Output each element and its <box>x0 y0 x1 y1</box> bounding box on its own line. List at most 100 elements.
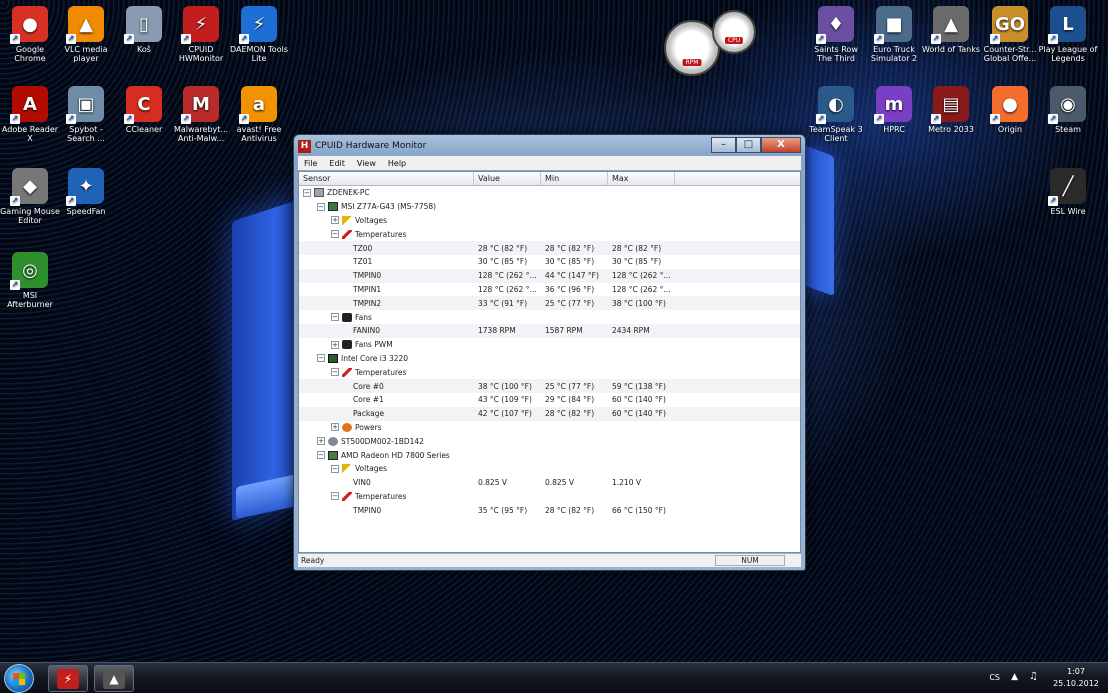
desktop-icon[interactable]: ▣Spybot - Search ... <box>56 86 116 143</box>
desktop-icon[interactable]: ✦SpeedFan <box>56 168 116 216</box>
tree-row[interactable]: Core #0 38 °C (100 °F) 25 °C (77 °F) 59 °C … <box>299 379 800 393</box>
expand-toggle[interactable]: − <box>331 230 339 239</box>
column-max[interactable]: Max <box>608 172 675 185</box>
tree-row[interactable]: TMPIN0 128 °C (262 °... 44 °C (147 °F) 128 … <box>299 268 800 283</box>
desktop-icon-label: MSI Afterburner <box>7 291 53 309</box>
expand-toggle[interactable]: + <box>317 437 325 446</box>
column-value[interactable]: Value <box>474 172 541 185</box>
tree-row[interactable]: TMPIN0 35 °C (95 °F) 28 °C (82 °F) 66 °C (1… <box>299 503 800 517</box>
sensor-name: Fans PWM <box>355 340 393 350</box>
close-button[interactable]: X <box>761 137 801 153</box>
sensor-tree[interactable]: Sensor Value Min Max − ZDENEK-PC − MSI Z77A… <box>298 171 801 553</box>
hwmonitor-window[interactable]: H CPUID Hardware Monitor – □ X File Edit… <box>293 134 806 571</box>
title-bar[interactable]: H CPUID Hardware Monitor – □ X <box>298 137 801 155</box>
expand-toggle[interactable]: + <box>331 340 339 349</box>
menu-help[interactable]: Help <box>382 159 412 168</box>
tree-row[interactable]: TMPIN2 33 °C (91 °F) 25 °C (77 °F) 38 °C (1… <box>299 296 800 311</box>
num-lock-indicator: NUM <box>715 555 785 566</box>
expand-toggle[interactable]: + <box>331 216 339 225</box>
tree-row[interactable]: Package 42 °C (107 °F) 28 °C (82 °F) 60 °C … <box>299 406 800 421</box>
desktop-icon[interactable]: ♦Saints Row The Third <box>806 6 866 63</box>
desktop-icon[interactable]: LPlay League of Legends <box>1038 6 1098 63</box>
tree-row[interactable]: − Fans <box>299 310 800 324</box>
desktop-icon[interactable]: ●Origin <box>980 86 1040 134</box>
tree-row[interactable]: − Intel Core i3 3220 <box>299 352 800 366</box>
hdd-icon <box>328 436 338 446</box>
desktop-icon[interactable]: aavast! Free Antivirus <box>229 86 289 143</box>
desktop-icon[interactable]: ◆Gaming Mouse Editor <box>0 168 60 225</box>
tree-row[interactable]: TZ00 28 °C (82 °F) 28 °C (82 °F) 28 °C (82 … <box>299 241 800 255</box>
expand-toggle[interactable]: − <box>331 368 339 377</box>
tree-row[interactable]: + ST500DM002-1BD142 <box>299 434 800 448</box>
app-icon: ▤ <box>931 86 969 124</box>
desktop-icon[interactable]: mHPRC <box>864 86 924 134</box>
tree-row[interactable]: − Temperatures <box>299 490 800 504</box>
gauge-gadget[interactable]: CPU <box>712 10 756 54</box>
tree-row[interactable]: + Fans PWM <box>299 338 800 352</box>
expand-toggle[interactable]: − <box>331 492 339 501</box>
sensor-name: MSI Z77A-G43 (MS-7758) <box>341 202 437 212</box>
tree-row[interactable]: VIN0 0.825 V 0.825 V 1.210 V <box>299 476 800 490</box>
desktop-icon[interactable]: AAdobe Reader X <box>0 86 60 143</box>
desktop-icon[interactable]: GOCounter-Str... Global Offe... <box>980 6 1040 63</box>
tree-row[interactable]: − MSI Z77A-G43 (MS-7758) <box>299 200 800 214</box>
desktop-icon[interactable]: ▲VLC media player <box>56 6 116 63</box>
desktop-icon[interactable]: CCCleaner <box>114 86 174 134</box>
sensor-name: Temperatures <box>355 367 407 377</box>
expand-toggle[interactable]: − <box>317 451 325 460</box>
desktop-icon[interactable]: ●Google Chrome <box>0 6 60 63</box>
taskbar-hwmonitor[interactable]: ⚡ <box>48 665 88 692</box>
taskbar-world-of-tanks[interactable]: ▲ <box>94 665 134 692</box>
column-sensor[interactable]: Sensor <box>299 172 474 185</box>
desktop-icon[interactable]: ◎MSI Afterburner <box>0 252 60 309</box>
language-indicator[interactable]: CS <box>989 673 1000 682</box>
tree-row[interactable]: TMPIN1 128 °C (262 °... 36 °C (96 °F) 128 °… <box>299 283 800 297</box>
minimize-button[interactable]: – <box>711 137 736 153</box>
show-hidden-icons[interactable]: ▲ <box>1011 672 1018 682</box>
expand-toggle[interactable]: − <box>303 188 311 197</box>
tree-row[interactable]: + Powers <box>299 421 800 435</box>
desktop-icon[interactable]: ▲World of Tanks <box>921 6 981 54</box>
tree-row[interactable]: Core #1 43 °C (109 °F) 29 °C (84 °F) 60 °C … <box>299 393 800 407</box>
expand-toggle[interactable]: + <box>331 423 339 432</box>
desktop-icon[interactable]: ▤Metro 2033 <box>921 86 981 134</box>
tree-row[interactable]: − ZDENEK-PC <box>299 186 800 200</box>
desktop-icon[interactable]: ■Euro Truck Simulator 2 <box>864 6 924 63</box>
tree-row[interactable]: − Temperatures <box>299 227 800 241</box>
desktop-icon[interactable]: ⚡DAEMON Tools Lite <box>229 6 289 63</box>
column-header: Sensor Value Min Max <box>299 172 800 186</box>
app-icon: ● <box>10 6 48 44</box>
menu-file[interactable]: File <box>298 159 323 168</box>
sensor-name: Voltages <box>355 464 388 474</box>
column-min[interactable]: Min <box>541 172 608 185</box>
temp-icon <box>342 491 352 501</box>
menu-edit[interactable]: Edit <box>323 159 351 168</box>
desktop-icon-label: CPUID HWMonitor <box>178 45 224 63</box>
sensor-value: 128 °C (262 °... <box>478 271 537 281</box>
maximize-button[interactable]: □ <box>736 137 761 153</box>
app-icon: ■ <box>874 6 912 44</box>
desktop-icon-label: Counter-Str... Global Offe... <box>983 45 1037 63</box>
expand-toggle[interactable]: − <box>317 202 325 211</box>
desktop-icon[interactable]: ⚡CPUID HWMonitor <box>171 6 231 63</box>
clock[interactable]: 1:07 25.10.2012 <box>1048 666 1104 690</box>
desktop-icon[interactable]: ◐TeamSpeak 3 Client <box>806 86 866 143</box>
tree-row[interactable]: FANIN0 1738 RPM 1587 RPM 2434 RPM <box>299 323 800 338</box>
desktop-icon[interactable]: ▯Koš <box>114 6 174 54</box>
desktop-icon[interactable]: MMalwarebyt... Anti-Malw... <box>171 86 231 143</box>
tree-row[interactable]: − Voltages <box>299 462 800 476</box>
tree-row[interactable]: − Temperatures <box>299 365 800 379</box>
tree-row[interactable]: TZ01 30 °C (85 °F) 30 °C (85 °F) 30 °C (85 … <box>299 255 800 269</box>
app-icon: ▣ <box>66 86 104 124</box>
expand-toggle[interactable]: − <box>331 313 339 322</box>
desktop-icon[interactable]: ╱ESL Wire <box>1038 168 1098 216</box>
desktop-icon[interactable]: ◉Steam <box>1038 86 1098 134</box>
expand-toggle[interactable]: − <box>331 464 339 473</box>
tree-row[interactable]: + Voltages <box>299 214 800 228</box>
start-button[interactable] <box>4 664 34 693</box>
menu-view[interactable]: View <box>351 159 382 168</box>
desktop-icon-label: World of Tanks <box>921 45 981 54</box>
expand-toggle[interactable]: − <box>317 354 325 363</box>
tree-row[interactable]: − AMD Radeon HD 7800 Series <box>299 448 800 462</box>
volume-icon[interactable]: ♫ <box>1029 671 1038 682</box>
